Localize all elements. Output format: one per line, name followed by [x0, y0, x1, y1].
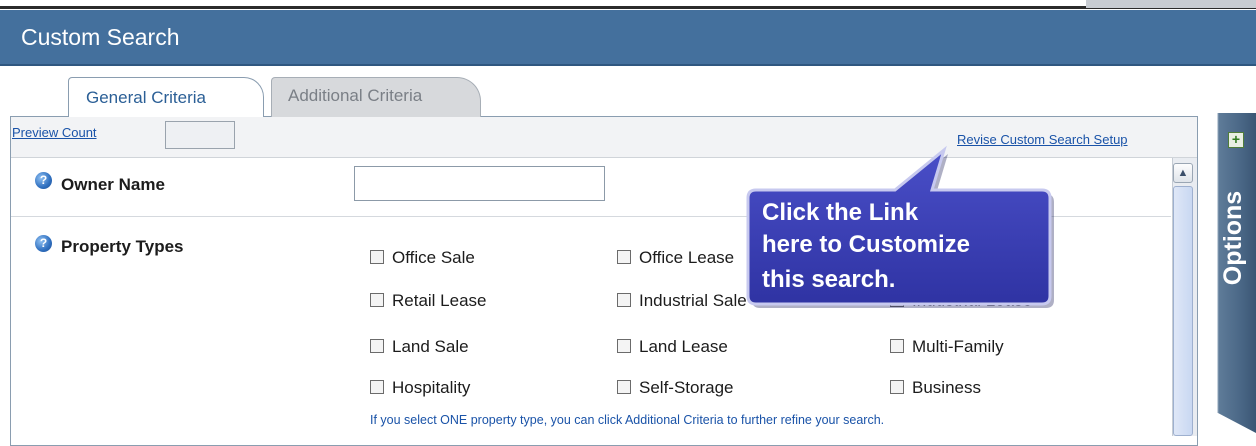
tab-general-criteria[interactable]: General Criteria — [68, 77, 264, 117]
tab-additional-criteria[interactable]: Additional Criteria — [271, 77, 481, 117]
top-strip-line — [0, 6, 1256, 9]
checkbox-box[interactable] — [370, 293, 384, 307]
help-icon[interactable]: ? — [35, 172, 52, 189]
checkbox-box[interactable] — [617, 250, 631, 264]
checkbox-box[interactable] — [370, 380, 384, 394]
multi-family-label: Multi-Family — [912, 337, 1004, 356]
options-panel[interactable]: + Options — [1212, 113, 1256, 433]
checkbox-box[interactable] — [890, 339, 904, 353]
expand-plus-icon[interactable]: + — [1228, 132, 1244, 148]
checkbox-box[interactable] — [617, 293, 631, 307]
checkbox-box[interactable] — [890, 380, 904, 394]
owner-name-label: Owner Name — [61, 175, 165, 194]
land-sale-label: Land Sale — [392, 337, 469, 356]
options-label: Options — [1219, 190, 1247, 286]
window-title: Custom Search — [21, 24, 180, 50]
tab-general-criteria-label: General Criteria — [86, 88, 206, 107]
office-sale-label: Office Sale — [392, 248, 475, 267]
preview-count-box — [165, 121, 235, 149]
callout-line-2: here to Customize — [762, 231, 971, 258]
top-strip-segment — [1086, 0, 1256, 8]
retail-lease-label: Retail Lease — [392, 291, 487, 310]
business-label: Business — [912, 378, 981, 397]
industrial-lease-label: Industrial Lease — [912, 291, 1033, 310]
owner-name-input[interactable] — [354, 166, 605, 201]
chevron-up-icon[interactable]: ▲ — [1173, 163, 1193, 183]
property-types-label: Property Types — [61, 237, 184, 256]
scrollbar-thumb[interactable] — [1173, 186, 1193, 436]
help-icon[interactable]: ? — [35, 235, 52, 252]
revise-custom-search-setup-link[interactable]: Revise Custom Search Setup — [957, 132, 1128, 147]
checkbox-box[interactable] — [617, 339, 631, 353]
office-lease-label: Office Lease — [639, 248, 735, 267]
callout-line-3: this search. — [762, 266, 896, 293]
property-type-note: If you select ONE property type, you can… — [370, 413, 885, 427]
checkbox-box[interactable] — [890, 293, 904, 307]
tab-additional-criteria-label: Additional Criteria — [288, 86, 423, 105]
callout-line-1: Click the Link — [762, 199, 919, 226]
hospitality-label: Hospitality — [392, 378, 471, 397]
checkbox-box[interactable] — [370, 250, 384, 264]
window-header: Custom Search — [0, 10, 1256, 66]
top-strip — [0, 0, 1256, 10]
preview-count-link[interactable]: Preview Count — [12, 125, 97, 140]
industrial-sale-label: Industrial Sale — [639, 291, 747, 310]
checkbox-box[interactable] — [617, 380, 631, 394]
checkbox-box[interactable] — [370, 339, 384, 353]
land-lease-label: Land Lease — [639, 337, 728, 356]
self-storage-label: Self-Storage — [639, 378, 734, 397]
